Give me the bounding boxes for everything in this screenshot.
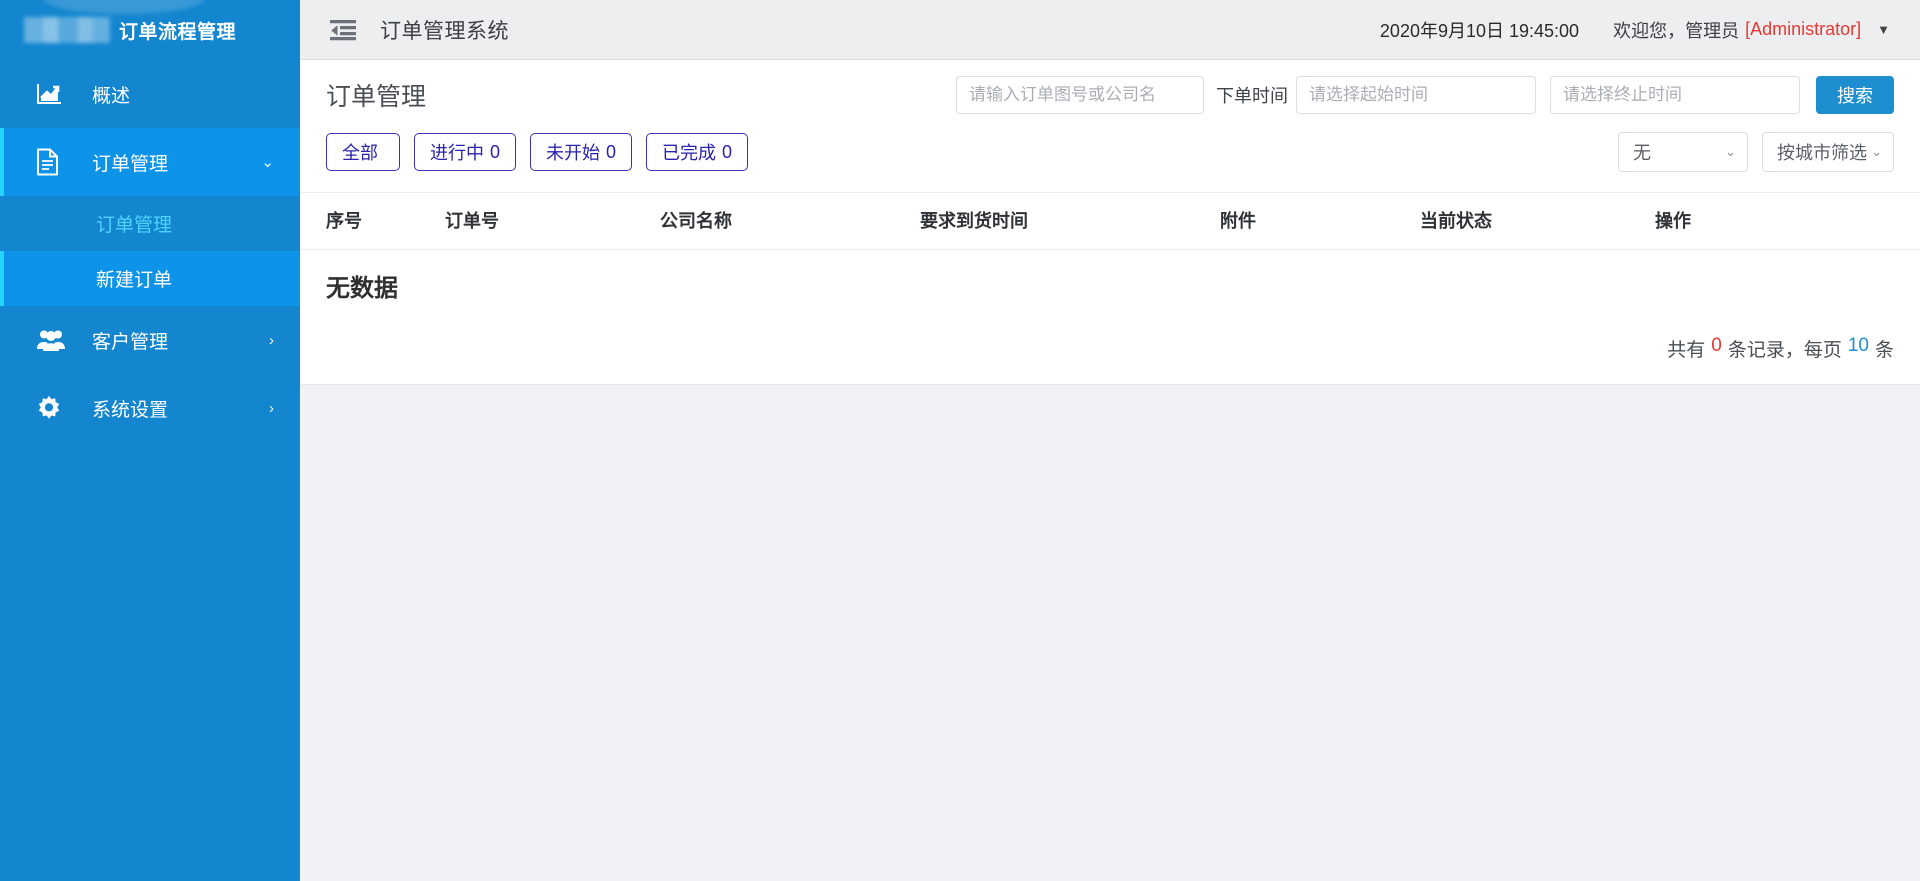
sidebar-item-label: 客户管理 — [92, 331, 169, 353]
sidebar-item-overview[interactable]: 概述 — [0, 60, 300, 128]
filter-chip-count: 0 — [490, 141, 501, 162]
top-bar-right: 2020年9月10日 19:45:00 欢迎您，管理员 [Administrat… — [1380, 17, 1898, 43]
sidebar-submenu-order: 订单管理 新建订单 — [0, 196, 300, 306]
column-header-company[interactable]: 公司名称 — [660, 192, 920, 250]
pagination-suffix: 条 — [1874, 340, 1894, 361]
gear-icon — [36, 395, 70, 421]
chevron-down-icon: ⌄ — [261, 153, 274, 171]
sidebar-item-label: 概述 — [92, 85, 131, 107]
filter-selects: 无 ⌄ 按城市筛选 ⌄ — [1618, 132, 1894, 172]
order-list-card: 订单管理 下单时间 搜索 全部 进行中 — [300, 60, 1920, 385]
search-button[interactable]: 搜索 — [1816, 76, 1894, 114]
chevron-down-icon: ▼ — [1877, 22, 1890, 37]
table-header-row: 序号 订单号 公司名称 要求到货时间 附件 当前状态 操作 — [300, 192, 1920, 250]
chevron-down-icon: ⌄ — [1725, 144, 1736, 159]
top-bar: 订单管理系统 2020年9月10日 19:45:00 欢迎您，管理员 [Admi… — [300, 0, 1920, 60]
logo-arc-decoration — [44, 0, 204, 14]
sidebar-logo[interactable]: 订单流程管理 — [0, 0, 300, 60]
column-header-order-no[interactable]: 订单号 — [445, 192, 660, 250]
content-area: 订单管理 下单时间 搜索 全部 进行中 — [300, 60, 1920, 881]
sidebar-item-customer-management[interactable]: 客户管理 › — [0, 306, 300, 374]
filter-chip-label: 全部 — [342, 143, 378, 163]
filter-chip-not-started[interactable]: 未开始 0 — [530, 133, 633, 171]
sidebar-item-label: 系统设置 — [92, 399, 169, 421]
collapse-menu-icon[interactable] — [328, 17, 358, 43]
filter-chip-all[interactable]: 全部 — [326, 133, 400, 171]
pagination-middle: 条记录，每页 — [1727, 340, 1842, 361]
welcome-text: 欢迎您，管理员 — [1613, 20, 1740, 41]
blurred-logo-mark-icon — [24, 17, 110, 43]
city-filter-select[interactable]: 按城市筛选 ⌄ — [1762, 132, 1894, 172]
chevron-right-icon: › — [269, 399, 274, 417]
page-system-title: 订单管理系统 — [380, 19, 509, 43]
admin-name: [Administrator] — [1745, 19, 1862, 39]
pagination-summary: 共有 0 条记录，每页 10 条 — [300, 325, 1920, 384]
end-date-input[interactable] — [1550, 76, 1800, 114]
column-header-status[interactable]: 当前状态 — [1420, 192, 1655, 250]
filter-chip-count: 0 — [606, 141, 617, 162]
filter-chip-label: 未开始 — [546, 143, 601, 163]
sort-select[interactable]: 无 ⌄ — [1618, 132, 1748, 172]
sidebar-subitem-order-management[interactable]: 订单管理 — [0, 196, 300, 251]
pagination-page-size[interactable]: 10 — [1848, 335, 1869, 362]
filter-toolbar: 全部 进行中 0 未开始 0 已完成 0 无 ⌄ 按城市筛选 ⌄ — [300, 128, 1920, 192]
sort-select-value: 无 — [1633, 143, 1651, 163]
sidebar-item-label: 订单管理 — [92, 153, 169, 175]
chevron-down-icon: ⌄ — [1871, 144, 1882, 159]
sidebar-subitem-label: 订单管理 — [96, 215, 173, 236]
orders-table: 序号 订单号 公司名称 要求到货时间 附件 当前状态 操作 — [300, 192, 1920, 250]
user-menu[interactable]: 欢迎您，管理员 [Administrator] ▼ — [1613, 17, 1890, 43]
pagination-total: 0 — [1711, 335, 1722, 356]
users-icon — [36, 328, 70, 352]
app-root: 订单流程管理 概述 订单管理 ⌄ 订单管理 新建订单 客户管理 › 系统设置 ›… — [0, 0, 1920, 881]
card-header: 订单管理 下单时间 搜索 — [300, 60, 1920, 128]
filter-chip-label: 进行中 — [430, 143, 484, 163]
filter-chip-count: 0 — [722, 141, 733, 162]
logo-text: 订单流程管理 — [119, 21, 237, 43]
city-filter-select-value: 按城市筛选 — [1777, 143, 1867, 163]
search-keyword-input[interactable] — [956, 76, 1204, 114]
column-header-actions[interactable]: 操作 — [1655, 192, 1920, 250]
start-date-input[interactable] — [1296, 76, 1536, 114]
page-title: 订单管理 — [326, 83, 427, 111]
document-icon — [36, 148, 70, 176]
chevron-right-icon: › — [269, 331, 274, 349]
sidebar-subitem-label: 新建订单 — [96, 270, 173, 291]
empty-state-text: 无数据 — [326, 275, 398, 302]
orders-table-head: 序号 订单号 公司名称 要求到货时间 附件 当前状态 操作 — [300, 192, 1920, 250]
order-time-label: 下单时间 — [1216, 86, 1288, 106]
column-header-index[interactable]: 序号 — [300, 192, 445, 250]
main-area: 订单管理系统 2020年9月10日 19:45:00 欢迎您，管理员 [Admi… — [300, 0, 1920, 881]
filter-chip-completed[interactable]: 已完成 0 — [646, 133, 749, 171]
sidebar-menu: 概述 订单管理 ⌄ 订单管理 新建订单 客户管理 › 系统设置 › — [0, 60, 300, 442]
column-header-attachment[interactable]: 附件 — [1220, 192, 1420, 250]
filter-chip-in-progress[interactable]: 进行中 0 — [414, 133, 517, 171]
pagination-prefix: 共有 — [1667, 340, 1706, 361]
chart-line-icon — [36, 82, 70, 106]
column-header-due-date[interactable]: 要求到货时间 — [920, 192, 1220, 250]
search-toolbar: 下单时间 搜索 — [956, 76, 1894, 114]
sidebar-subitem-new-order[interactable]: 新建订单 — [0, 251, 300, 306]
filter-chip-label: 已完成 — [662, 143, 717, 163]
current-datetime: 2020年9月10日 19:45:00 — [1379, 20, 1580, 41]
sidebar-item-system-settings[interactable]: 系统设置 › — [0, 374, 300, 442]
sidebar-item-order-management[interactable]: 订单管理 ⌄ — [0, 128, 300, 196]
sidebar: 订单流程管理 概述 订单管理 ⌄ 订单管理 新建订单 客户管理 › 系统设置 › — [0, 0, 300, 881]
